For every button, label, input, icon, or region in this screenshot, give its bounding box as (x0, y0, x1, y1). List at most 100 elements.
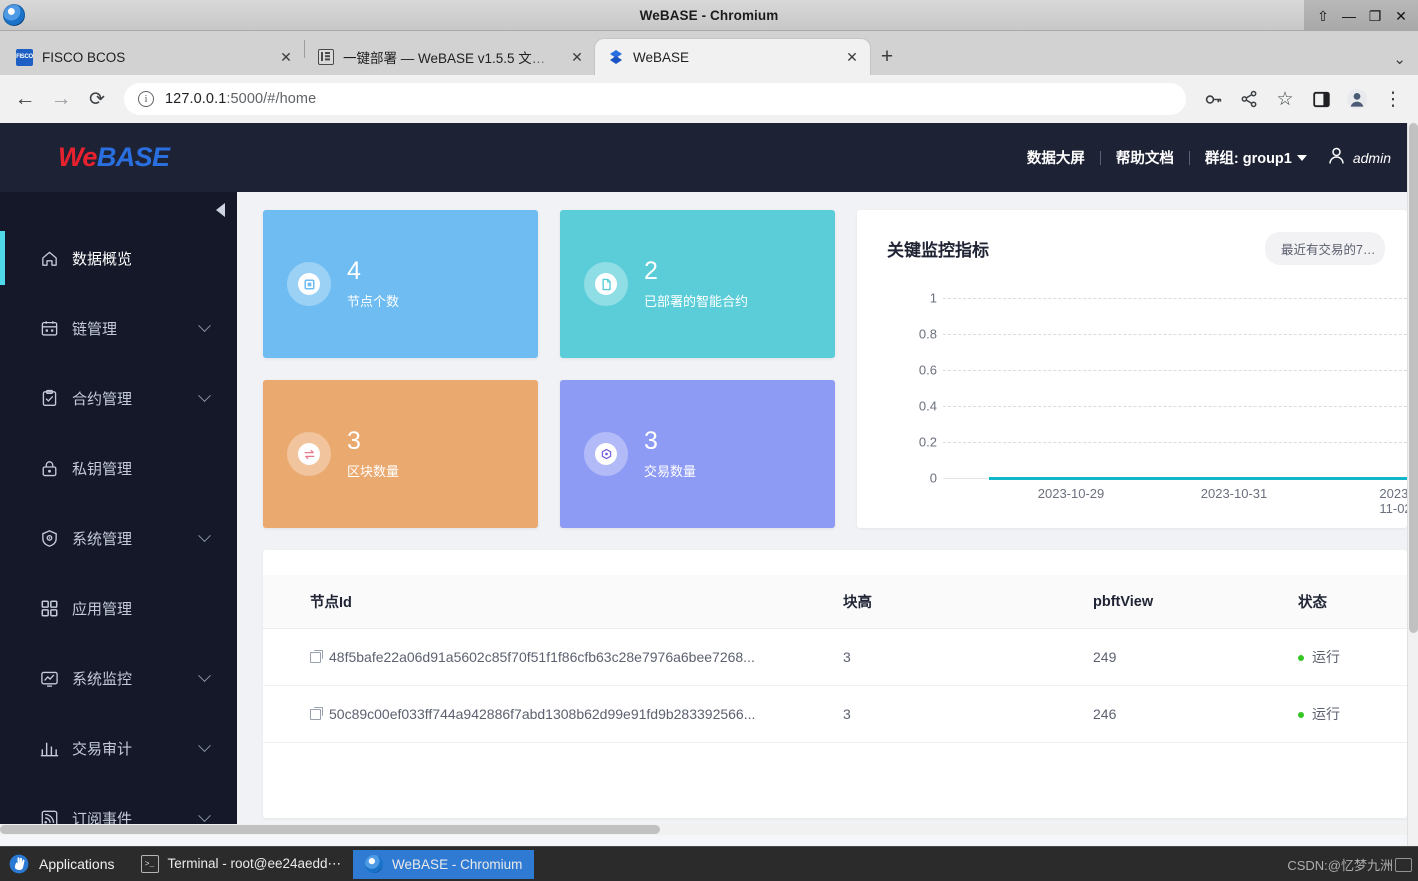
copy-icon[interactable] (310, 706, 323, 720)
sidebar: 数据概览 链管理 合约管理 私钥管理 系统管理 应用管理 系统监控 交易审计 订… (0, 192, 237, 835)
contract-icon (40, 389, 59, 408)
shield-icon (40, 529, 59, 548)
column-header-status[interactable]: 状态 (1298, 575, 1407, 629)
sidebar-item-application-management[interactable]: 应用管理 (0, 573, 237, 643)
tab-close-icon[interactable]: ✕ (278, 49, 294, 66)
stat-value: 2 (644, 256, 658, 285)
stat-card-transaction-count[interactable]: 3 交易数量 (560, 380, 835, 528)
x-tick-label: 2023-11-02 (1379, 486, 1407, 516)
overview-row: 4 节点个数 2 已部署的智能合约 3 区块数量 3 交易数量 关键监控指标 最… (263, 210, 1407, 528)
taskbar-window-terminal[interactable]: >_ Terminal - root@ee24aedd⋯ (129, 850, 354, 879)
column-header-block-height[interactable]: 块高 (843, 575, 1093, 629)
copy-icon[interactable] (310, 649, 323, 663)
sidebar-item-contract-management[interactable]: 合约管理 (0, 363, 237, 433)
header-help-docs-link[interactable]: 帮助文档 (1101, 147, 1189, 168)
stat-card-node-count[interactable]: 4 节点个数 (263, 210, 538, 358)
chart-title: 关键监控指标 (887, 241, 989, 260)
url-host: 127.0.0.1 (165, 91, 227, 107)
address-bar[interactable]: i 127.0.0.1:5000/#/home (124, 83, 1186, 115)
table-row[interactable]: 48f5bafe22a06d91a5602c85f70f51f1f86cfb63… (263, 628, 1407, 686)
node-table: 节点Id 块高 pbftView 状态 48f5bafe22a06d91a560… (263, 575, 1407, 743)
column-header-node-id[interactable]: 节点Id (263, 575, 843, 629)
gridline (943, 442, 1407, 443)
scrollbar-thumb[interactable] (1409, 123, 1418, 633)
new-tab-button[interactable]: + (870, 40, 904, 74)
stat-label: 节点个数 (347, 294, 400, 310)
node-icon (287, 262, 331, 306)
watermark-badge-icon (1395, 857, 1412, 872)
sidebar-item-system-monitoring[interactable]: 系统监控 (0, 643, 237, 713)
back-button[interactable]: ← (8, 82, 42, 116)
user-menu[interactable]: admin (1311, 146, 1403, 169)
cell-pbft-view: 249 (1093, 628, 1298, 686)
header-data-screen-link[interactable]: 数据大屏 (1012, 147, 1100, 168)
share-icon[interactable] (1232, 82, 1266, 116)
csdn-watermark: CSDN:@忆梦九洲 (1287, 855, 1412, 874)
cell-block-height: 3 (843, 685, 1093, 743)
browser-tab-fisco[interactable]: FISCO FISCO BCOS ✕ (4, 39, 304, 75)
doc-icon (317, 49, 334, 66)
sidebar-item-label: 链管理 (72, 320, 118, 338)
webase-logo: WeBASE (58, 142, 170, 173)
hex-icon (584, 432, 628, 476)
table-row[interactable]: 50c89c00ef033ff744a942886f7abd1308b62d99… (263, 685, 1407, 743)
site-info-icon[interactable]: i (138, 91, 154, 107)
chevron-down-icon[interactable]: ⌄ (1393, 50, 1406, 68)
username-label: admin (1352, 149, 1391, 166)
cell-node-id: 48f5bafe22a06d91a5602c85f70f51f1f86cfb63… (263, 628, 843, 686)
bookmark-star-icon[interactable]: ☆ (1268, 82, 1302, 116)
browser-tab-webase[interactable]: WeBASE ✕ (595, 39, 870, 75)
sidebar-item-system-management[interactable]: 系统管理 (0, 503, 237, 573)
url-text: 127.0.0.1:5000/#/home (165, 91, 316, 107)
home-icon (40, 249, 59, 268)
browser-tabstrip: FISCO FISCO BCOS ✕ 一键部署 — WeBASE v1.5.5 … (0, 31, 1418, 75)
stat-card-block-count[interactable]: 3 区块数量 (263, 380, 538, 528)
browser-tab-webase-docs[interactable]: 一键部署 — WeBASE v1.5.5 文… ✕ (305, 39, 595, 75)
cell-node-id: 50c89c00ef033ff744a942886f7abd1308b62d99… (263, 685, 843, 743)
applications-icon (8, 853, 30, 875)
taskbar-window-title: Terminal - root@ee24aedd⋯ (167, 856, 342, 871)
node-id-text: 48f5bafe22a06d91a5602c85f70f51f1f86cfb63… (329, 649, 755, 665)
chromium-icon (365, 855, 384, 873)
chevron-down-icon (198, 528, 211, 542)
page-horizontal-scrollbar[interactable] (0, 824, 1407, 835)
chart-range-button[interactable]: 最近有交易的7… (1265, 232, 1385, 265)
taskbar-window-chromium[interactable]: WeBASE - Chromium (353, 849, 535, 879)
window-maximize-button[interactable]: ❐ (1362, 3, 1388, 29)
reload-button[interactable]: ⟳ (80, 82, 114, 116)
stat-value: 3 (347, 426, 361, 455)
scrollbar-thumb[interactable] (0, 825, 660, 834)
y-tick-label: 0.8 (918, 326, 937, 342)
sidebar-item-label: 应用管理 (72, 600, 133, 618)
tab-close-icon[interactable]: ✕ (844, 49, 860, 66)
column-header-pbft-view[interactable]: pbftView (1093, 575, 1298, 629)
window-close-button[interactable]: ✕ (1388, 3, 1414, 29)
profile-avatar-icon[interactable] (1340, 82, 1374, 116)
stat-card-deployed-contracts[interactable]: 2 已部署的智能合约 (560, 210, 835, 358)
applications-menu[interactable]: Applications (0, 853, 129, 875)
window-controls: ⇧ — ❐ ✕ (1304, 0, 1418, 31)
sidebar-item-chain-management[interactable]: 链管理 (0, 293, 237, 363)
sidebar-item-private-key-management[interactable]: 私钥管理 (0, 433, 237, 503)
app-header: WeBASE 数据大屏 帮助文档 群组: group1 admin (0, 123, 1407, 192)
gridline (943, 406, 1407, 407)
user-avatar-icon (1327, 146, 1346, 169)
tab-close-icon[interactable]: ✕ (569, 49, 585, 66)
gridline (943, 334, 1407, 335)
cell-status: 运行 (1298, 685, 1407, 743)
sidebar-item-label: 合约管理 (72, 390, 133, 408)
password-key-icon[interactable] (1196, 82, 1230, 116)
file-icon (584, 262, 628, 306)
group-selector[interactable]: 群组: group1 (1190, 147, 1311, 168)
chrome-menu-icon[interactable]: ⋮ (1376, 82, 1410, 116)
sidebar-item-data-overview[interactable]: 数据概览 (0, 223, 237, 293)
window-titlebar: WeBASE - Chromium ⇧ — ❐ ✕ (0, 0, 1418, 31)
side-panel-icon[interactable] (1304, 82, 1338, 116)
sidebar-item-label: 私钥管理 (72, 460, 133, 478)
window-shade-button[interactable]: ⇧ (1310, 3, 1336, 29)
sidebar-item-transaction-audit[interactable]: 交易审计 (0, 713, 237, 783)
sidebar-collapse-button[interactable] (216, 203, 225, 217)
page-vertical-scrollbar[interactable] (1407, 123, 1418, 846)
forward-button[interactable]: → (44, 82, 78, 116)
window-minimize-button[interactable]: — (1336, 3, 1362, 29)
